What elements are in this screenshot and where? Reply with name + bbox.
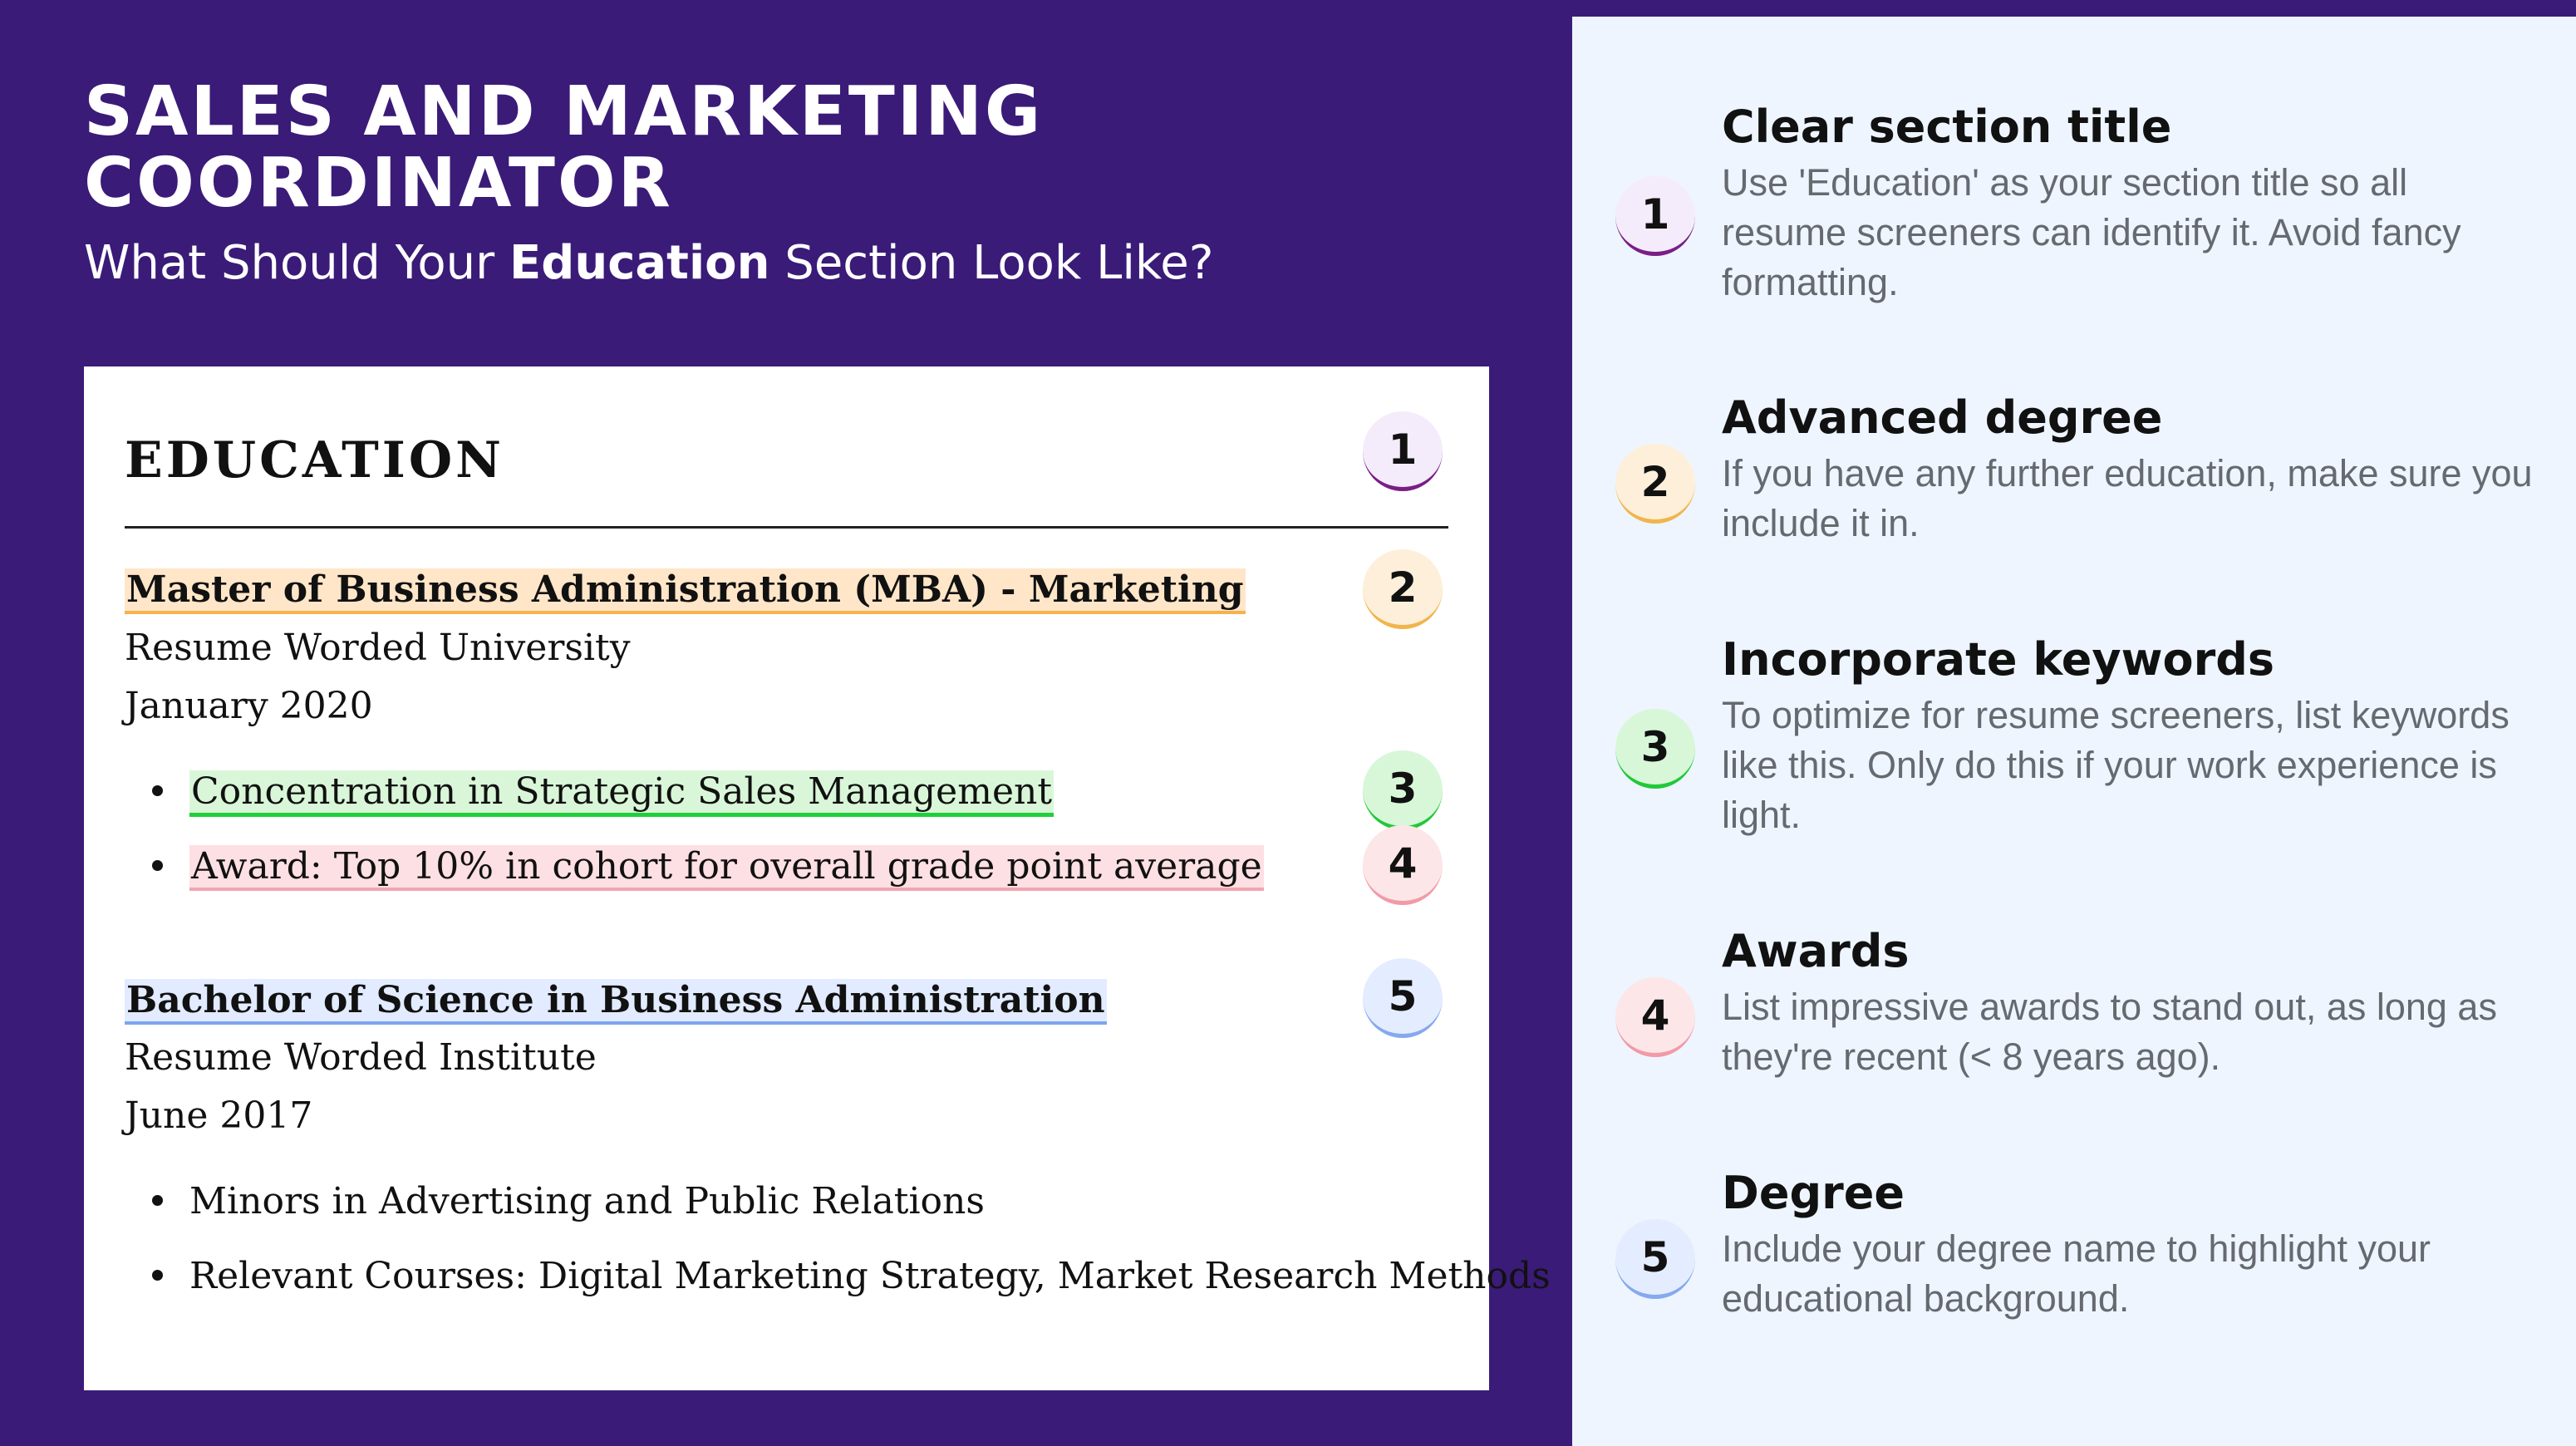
tip-badge-5: 5	[1615, 1219, 1695, 1299]
degree-2-date: June 2017	[125, 1094, 313, 1137]
tip-text: If you have any further education, make …	[1722, 452, 2533, 544]
bullet-dot	[152, 785, 163, 796]
page-subtitle: What Should Your Education Section Look …	[84, 235, 1213, 292]
tip-badge-3: 3	[1615, 709, 1695, 789]
tip-text: List impressive awards to stand out, as …	[1722, 986, 2497, 1078]
tip-title: Incorporate keywords	[1722, 633, 2275, 686]
page-title: SALES AND MARKETING COORDINATOR	[84, 76, 1043, 219]
tip-title: Degree	[1722, 1167, 1905, 1219]
degree-2-bullet-2: Relevant Courses: Digital Marketing Stra…	[152, 1253, 1551, 1300]
bullet-text: Relevant Courses: Digital Marketing Stra…	[189, 1255, 1551, 1297]
degree-1-school: Resume Worded University	[125, 627, 631, 669]
bullet-text: Minors in Advertising and Public Relatio…	[189, 1180, 985, 1222]
tip-badge-1: 1	[1615, 176, 1695, 256]
degree-1-name: Master of Business Administration (MBA) …	[125, 566, 1246, 614]
award-highlight: Award: Top 10% in cohort for overall gra…	[189, 845, 1264, 891]
degree-1-bullet-1: Concentration in Strategic Sales Managem…	[152, 769, 1054, 817]
tip-text: Include your degree name to highlight yo…	[1722, 1227, 2431, 1320]
degree-1-bullet-2: Award: Top 10% in cohort for overall gra…	[152, 844, 1264, 891]
title-line-1: SALES AND MARKETING	[84, 72, 1044, 151]
title-line-2: COORDINATOR	[84, 144, 673, 223]
bullet-dot	[152, 1195, 163, 1206]
badge-4: 4	[1363, 825, 1443, 905]
badge-2: 2	[1363, 549, 1443, 629]
tip-badge-2: 2	[1615, 444, 1695, 524]
keyword-highlight: Concentration in Strategic Sales Managem…	[189, 770, 1054, 817]
degree-1-date: January 2020	[125, 685, 373, 727]
tip-text: To optimize for resume screeners, list k…	[1722, 694, 2510, 836]
degree-2-school: Resume Worded Institute	[125, 1036, 597, 1079]
tip-title: Advanced degree	[1722, 391, 2163, 444]
bullet-dot	[152, 1270, 163, 1281]
heading-rule	[125, 526, 1448, 529]
tip-badge-4: 4	[1615, 977, 1695, 1057]
education-heading: EDUCATION	[125, 431, 504, 489]
badge-3: 3	[1363, 750, 1443, 830]
degree-2-bullet-1: Minors in Advertising and Public Relatio…	[152, 1178, 985, 1225]
badge-1: 1	[1363, 411, 1443, 491]
bullet-dot	[152, 860, 163, 871]
tip-title: Clear section title	[1722, 101, 2172, 153]
tip-text: Use 'Education' as your section title so…	[1722, 161, 2461, 303]
degree-2-highlight: Bachelor of Science in Business Administ…	[125, 979, 1107, 1025]
subtitle-pre: What Should Your	[84, 236, 509, 290]
subtitle-bold: Education	[509, 236, 770, 290]
degree-2-name: Bachelor of Science in Business Administ…	[125, 976, 1107, 1025]
tips-panel: 1 Clear section title Use 'Education' as…	[1572, 17, 2576, 1446]
badge-5: 5	[1363, 958, 1443, 1038]
degree-1-highlight: Master of Business Administration (MBA) …	[125, 568, 1246, 614]
resume-education-card: EDUCATION 1 Master of Business Administr…	[84, 366, 1551, 1390]
subtitle-post: Section Look Like?	[769, 236, 1214, 290]
tip-title: Awards	[1722, 925, 1910, 977]
